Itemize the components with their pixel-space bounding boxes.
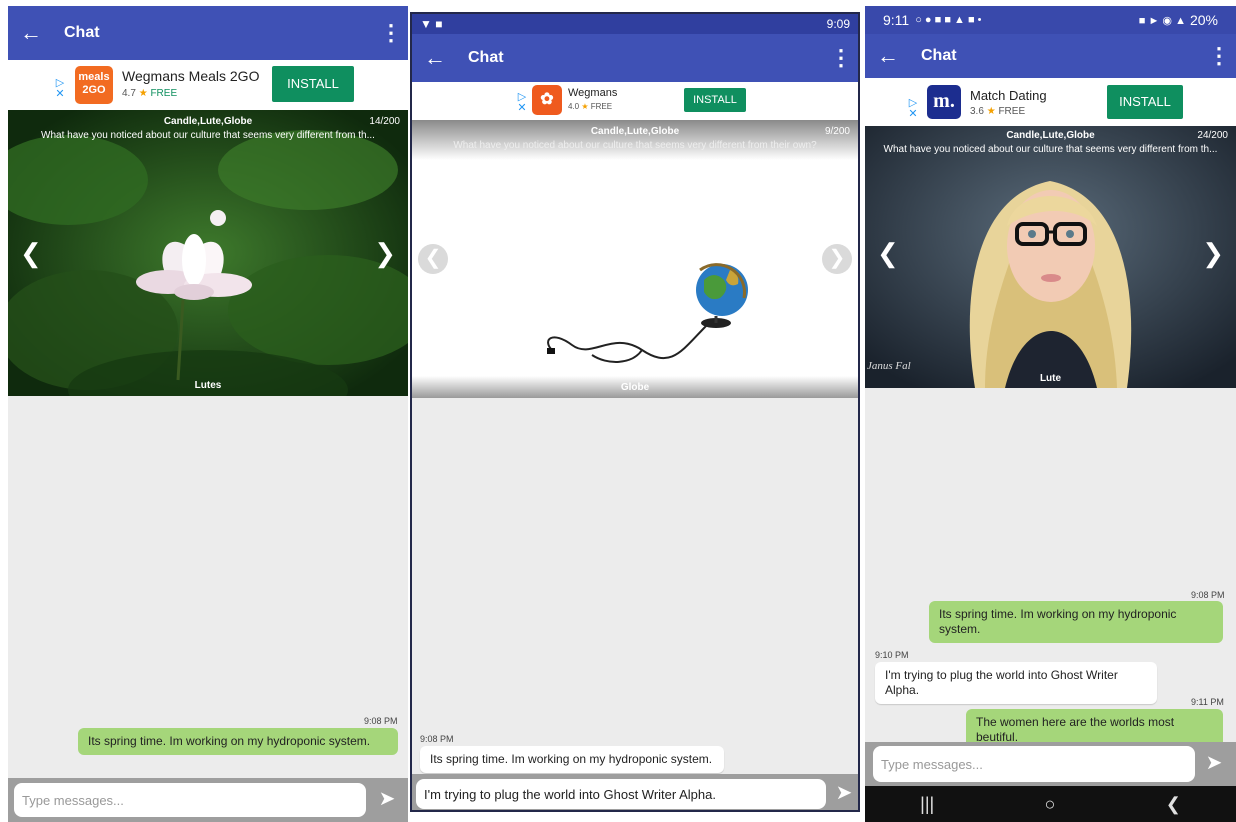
- app-bar-title: Chat: [64, 24, 100, 41]
- ad-rating: 3.6 ★ FREE: [970, 106, 1026, 117]
- globe-photo: [547, 263, 748, 363]
- battery-level: 20%: [1189, 12, 1218, 28]
- back-arrow-icon[interactable]: ←: [865, 43, 911, 69]
- overflow-menu-icon[interactable]: ⋮: [1202, 43, 1236, 69]
- carousel-question: What have you noticed about our culture …: [41, 130, 375, 141]
- ad-choices-icon[interactable]: ▷ ✕: [54, 78, 66, 100]
- message-bubble-received: I'm trying to plug the world into Ghost …: [875, 662, 1157, 704]
- send-icon[interactable]: ➤: [830, 780, 858, 805]
- screenshot-3: 9:11 ○ ● ■ ■ ▲ ■ • ■ ► ◉ ▲ 20% ← Chat ⋮ …: [865, 6, 1236, 822]
- overflow-menu-icon[interactable]: ⋮: [374, 20, 408, 46]
- message-time: 9:10 PM: [875, 650, 909, 660]
- message-time: 9:11 PM: [1191, 697, 1224, 707]
- app-bar: ← Chat ⋮: [8, 6, 408, 60]
- app-icon: meals 2GO: [75, 66, 113, 104]
- ad-choices-icon[interactable]: ▷ ✕: [907, 98, 919, 120]
- send-icon[interactable]: ➤: [372, 786, 402, 811]
- prev-image-icon[interactable]: ❮: [877, 238, 899, 269]
- ad-app-name: Match Dating: [970, 88, 1047, 103]
- ad-price: FREE: [590, 102, 613, 111]
- input-bar: Type messages... ➤: [8, 778, 408, 822]
- portrait-photo: [865, 126, 1236, 388]
- message-input[interactable]: Type messages...: [14, 783, 366, 817]
- app-bar: ← Chat ⋮: [865, 34, 1236, 78]
- carousel-counter: 14/200: [369, 116, 400, 127]
- carousel-topic: Candle,Lute,Globe: [163, 116, 253, 127]
- input-bar: Type messages... ➤: [865, 742, 1236, 786]
- input-bar: I'm trying to plug the world into Ghost …: [412, 774, 858, 810]
- notification-icons: ○ ● ■ ■ ▲ ■ •: [915, 14, 982, 26]
- lotus-photo: [8, 110, 408, 396]
- overflow-menu-icon[interactable]: ⋮: [824, 45, 858, 71]
- ad-rating: 4.0 ★ FREE: [568, 102, 613, 111]
- watermark: Janus Fal: [867, 360, 911, 372]
- message-time: 9:08 PM: [364, 716, 398, 726]
- carousel-question: What have you noticed about our culture …: [453, 140, 817, 151]
- app-icon: ✿: [532, 85, 562, 115]
- install-button[interactable]: INSTALL: [272, 66, 354, 102]
- carousel-caption: Globe: [620, 382, 650, 393]
- ad-app-name: Wegmans: [568, 87, 618, 99]
- home-icon[interactable]: ○: [1045, 794, 1056, 815]
- status-bar: ▼ ■ 9:09: [412, 14, 858, 34]
- prev-image-icon[interactable]: ❮: [20, 238, 42, 269]
- status-time: 9:09: [826, 17, 850, 31]
- carousel-counter: 24/200: [1197, 130, 1228, 141]
- prev-image-icon[interactable]: ❮: [418, 244, 448, 274]
- recent-apps-icon[interactable]: |||: [920, 794, 934, 815]
- ad-banner[interactable]: ▷ ✕ meals 2GO Wegmans Meals 2GO 4.7 ★ FRE…: [8, 60, 408, 110]
- system-nav-bar: ||| ○ ❮: [865, 786, 1236, 822]
- message-bubble-sent: Its spring time. Im working on my hydrop…: [78, 728, 398, 755]
- back-nav-icon[interactable]: ❮: [1166, 794, 1181, 815]
- next-image-icon[interactable]: ❯: [1202, 238, 1224, 269]
- app-icon: m.: [927, 85, 961, 119]
- next-image-icon[interactable]: ❯: [822, 244, 852, 274]
- ad-price: FREE: [150, 88, 178, 99]
- status-time: 9:11: [883, 12, 910, 28]
- app-bar-title: Chat: [921, 47, 957, 64]
- next-image-icon[interactable]: ❯: [374, 238, 396, 269]
- image-carousel[interactable]: Candle,Lute,Globe 24/200 What have you n…: [865, 126, 1236, 388]
- install-button[interactable]: INSTALL: [1107, 85, 1183, 119]
- send-icon[interactable]: ➤: [1199, 750, 1229, 775]
- message-input[interactable]: Type messages...: [873, 746, 1195, 782]
- ad-choices-icon[interactable]: ▷ ✕: [516, 92, 528, 114]
- screenshot-1: ← Chat ⋮ ▷ ✕ meals 2GO Wegmans Meals 2GO …: [8, 6, 408, 822]
- signal-icons: ■ ► ◉ ▲: [1138, 14, 1186, 27]
- image-carousel[interactable]: Candle,Lute,Globe 9/200 What have you no…: [412, 120, 858, 398]
- ad-banner[interactable]: ▷ ✕ ✿ Wegmans 4.0 ★ FREE INSTALL: [412, 82, 858, 120]
- message-time: 9:08 PM: [1191, 590, 1225, 600]
- carousel-topic: Candle,Lute,Globe: [1006, 130, 1095, 141]
- app-bar-title: Chat: [468, 49, 504, 66]
- carousel-caption: Lutes: [194, 380, 222, 391]
- app-bar: ← Chat ⋮: [412, 34, 858, 82]
- ad-banner[interactable]: ▷ ✕ m. Match Dating 3.6 ★ FREE INSTALL: [865, 78, 1236, 126]
- install-button[interactable]: INSTALL: [684, 88, 746, 112]
- ad-rating: 4.7 ★ FREE: [122, 88, 178, 99]
- back-arrow-icon[interactable]: ←: [412, 45, 458, 71]
- ad-price: FREE: [998, 106, 1026, 117]
- star-icon: ★: [581, 102, 589, 111]
- ad-app-name: Wegmans Meals 2GO: [122, 68, 260, 84]
- image-carousel[interactable]: Candle,Lute,Globe 14/200 What have you n…: [8, 110, 408, 396]
- status-bar: 9:11 ○ ● ■ ■ ▲ ■ • ■ ► ◉ ▲ 20%: [865, 6, 1236, 34]
- carousel-caption: Lute: [1039, 373, 1062, 384]
- message-input[interactable]: I'm trying to plug the world into Ghost …: [416, 779, 826, 809]
- screenshot-2: ▼ ■ 9:09 ← Chat ⋮ ▷ ✕ ✿ Wegmans 4.0 ★ FRE…: [410, 12, 860, 812]
- back-arrow-icon[interactable]: ←: [8, 20, 54, 46]
- message-bubble-sent: Its spring time. Im working on my hydrop…: [929, 601, 1223, 643]
- carousel-topic: Candle,Lute,Globe: [590, 126, 680, 137]
- carousel-question: What have you noticed about our culture …: [883, 144, 1218, 155]
- message-bubble-received: Its spring time. Im working on my hydrop…: [420, 746, 724, 773]
- message-time: 9:08 PM: [420, 734, 454, 744]
- star-icon: ★: [986, 106, 996, 117]
- star-icon: ★: [138, 88, 148, 99]
- notification-icons: ▼ ■: [420, 17, 443, 31]
- carousel-counter: 9/200: [824, 126, 850, 137]
